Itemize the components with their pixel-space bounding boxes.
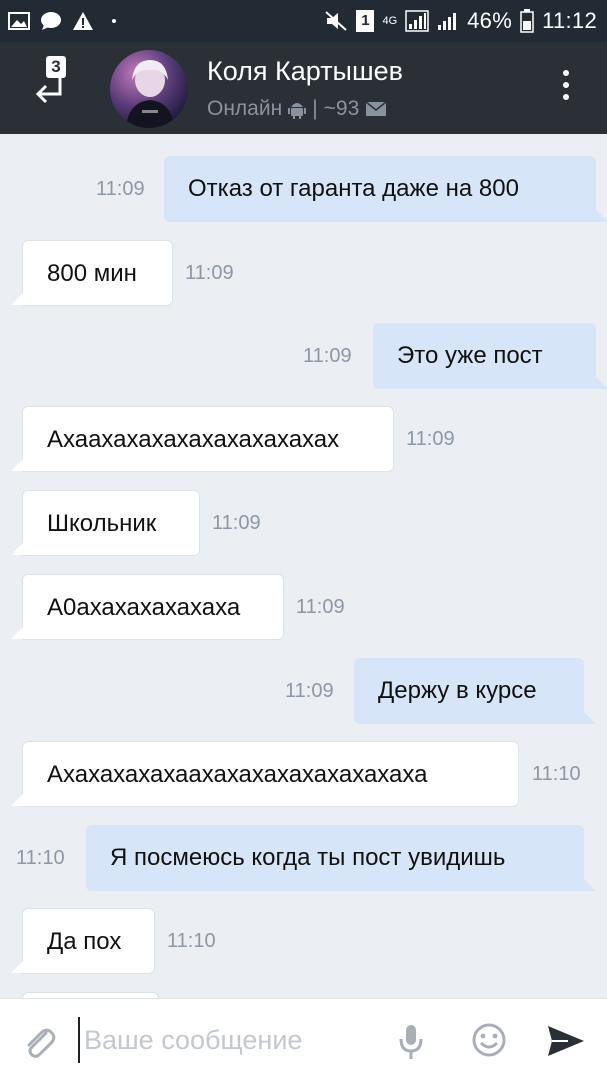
dot-icon (112, 19, 116, 23)
message-time: 11:09 (406, 428, 455, 450)
message-input-bar (0, 998, 607, 1081)
message-text: Ахаахахахахахахахахахах (47, 426, 340, 453)
message-bubble: Да пох (11, 908, 155, 974)
message-outgoing[interactable]: Это уже пост 11:09 (0, 323, 607, 389)
message-bubble: А0ахахахахахаха (11, 574, 284, 640)
mail-icon (365, 101, 387, 116)
message-time: 11:09 (212, 512, 261, 534)
attach-icon[interactable] (18, 1021, 58, 1061)
gallery-icon (8, 12, 30, 30)
chat-header: 3 Коля Картышев Онлайн | ~93 (0, 42, 607, 134)
message-bubble: Ахаахахахахахахахахахах (11, 406, 394, 472)
message-time: 11:10 (532, 763, 581, 785)
clock: 11:12 (542, 8, 597, 33)
message-outgoing[interactable]: Я посмеюсь когда ты пост увидишь 11:10 (0, 825, 607, 891)
message-input[interactable] (78, 1017, 386, 1063)
message-text: Школьник (47, 510, 157, 537)
emoji-icon[interactable] (471, 1022, 507, 1058)
message-text: Держу в курсе (378, 677, 537, 704)
mute-icon (325, 11, 348, 31)
message-incoming[interactable]: Ахаахахахахахахахахахах 11:09 (0, 406, 607, 472)
followers-count: ~93 (323, 97, 360, 120)
message-text: Отказ от гаранта даже на 800 (188, 175, 519, 202)
avatar[interactable] (110, 50, 188, 128)
message-bubble: Держу в курсе (354, 658, 596, 724)
contact-name[interactable]: Коля Картышев (207, 56, 403, 87)
battery-icon (520, 9, 534, 33)
status-separator: | (312, 97, 318, 120)
message-list[interactable]: Отказ от гаранта даже на 800 11:09 800 м… (0, 134, 607, 998)
message-text: 800 мин (47, 260, 137, 287)
message-time: 11:10 (167, 930, 216, 952)
message-outgoing[interactable]: Держу в курсе 11:09 (0, 658, 607, 724)
network-type: 4G (382, 15, 398, 27)
unread-count-badge: 3 (46, 56, 66, 78)
chat-notification-icon (41, 12, 61, 30)
message-incoming[interactable]: А0ахахахахахаха 11:09 (0, 574, 607, 640)
sim-badge: 1 (356, 10, 375, 32)
battery-percent: 46% (467, 8, 513, 33)
message-time: 11:09 (96, 178, 145, 200)
online-status: Онлайн (207, 97, 283, 120)
android-icon (288, 103, 307, 119)
warning-icon (73, 12, 93, 30)
status-bar: 1 4G 46% 11:12 (0, 0, 607, 42)
message-time: 11:09 (185, 262, 234, 284)
message-text: А0ахахахахахаха (47, 594, 241, 621)
message-time: 11:10 (16, 847, 65, 869)
message-outgoing[interactable]: Отказ от гаранта даже на 800 11:09 (0, 156, 607, 222)
microphone-icon[interactable] (398, 1023, 424, 1061)
overflow-menu-button[interactable] (561, 70, 571, 106)
message-bubble: Это уже пост (373, 323, 607, 389)
message-bubble: Школьник (11, 490, 200, 556)
message-time: 11:09 (296, 596, 345, 618)
contact-status: Онлайн | ~93 (207, 97, 387, 121)
message-bubble: Ахахахахахаахахахахахахахахаха (11, 741, 519, 807)
message-bubble: Я посмеюсь когда ты пост увидишь (86, 825, 596, 891)
back-button[interactable]: 3 (22, 52, 82, 112)
message-bubble: 800 мин (11, 240, 173, 306)
message-incoming[interactable]: 800 мин 11:09 (0, 240, 607, 306)
message-incoming[interactable]: Да пох 11:10 (0, 908, 607, 974)
message-bubble: Отказ от гаранта даже на 800 (164, 156, 607, 222)
signal-icon-2 (438, 13, 457, 30)
message-time: 11:09 (303, 345, 352, 367)
message-text: Ахахахахахаахахахахахахахахаха (47, 761, 428, 788)
message-text: Я посмеюсь когда ты пост увидишь (110, 844, 506, 871)
send-icon[interactable] (546, 1024, 586, 1058)
avatar-image (126, 60, 174, 128)
message-incoming[interactable]: Школьник 11:09 (0, 490, 607, 556)
message-time: 11:09 (285, 680, 334, 702)
signal-icon (405, 10, 429, 32)
message-incoming[interactable]: Ахахахахахаахахахахахахахахаха 11:10 (0, 741, 607, 807)
message-text: Это уже пост (397, 342, 543, 369)
message-text: Да пох (47, 928, 122, 955)
